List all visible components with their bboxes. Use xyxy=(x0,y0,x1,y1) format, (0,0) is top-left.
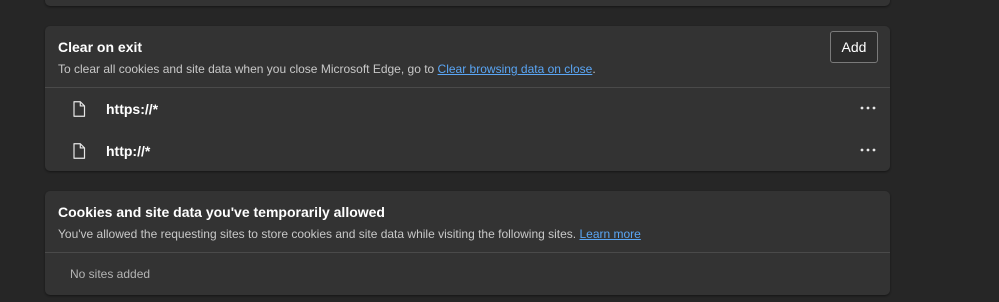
file-icon xyxy=(73,143,86,159)
site-row-https: https://* xyxy=(45,88,890,128)
clear-on-exit-card: Clear on exit To clear all cookies and s… xyxy=(45,26,890,171)
temporarily-allowed-description-text: You've allowed the requesting sites to s… xyxy=(58,227,580,241)
clear-browsing-data-on-close-link[interactable]: Clear browsing data on close xyxy=(438,62,593,76)
more-options-dots xyxy=(860,106,876,110)
clear-on-exit-description-period: . xyxy=(592,62,596,76)
add-site-button[interactable]: Add xyxy=(830,31,878,63)
clear-on-exit-title: Clear on exit xyxy=(58,39,143,55)
temporarily-allowed-description: You've allowed the requesting sites to s… xyxy=(58,227,641,241)
more-options-icon[interactable] xyxy=(858,142,878,158)
site-label: https://* xyxy=(106,101,159,117)
site-label: http://* xyxy=(106,143,151,159)
more-options-dots xyxy=(860,148,876,152)
learn-more-link[interactable]: Learn more xyxy=(579,227,640,241)
file-icon xyxy=(73,101,86,117)
temporarily-allowed-card: Cookies and site data you've temporarily… xyxy=(45,191,890,295)
temporarily-allowed-title: Cookies and site data you've temporarily… xyxy=(58,204,385,220)
clear-on-exit-description: To clear all cookies and site data when … xyxy=(58,62,596,76)
site-row-http: http://* xyxy=(45,130,890,170)
no-sites-text: No sites added xyxy=(70,267,151,281)
divider xyxy=(45,252,890,253)
clear-on-exit-description-text: To clear all cookies and site data when … xyxy=(58,62,438,76)
more-options-icon[interactable] xyxy=(858,100,878,116)
previous-settings-card xyxy=(45,0,890,6)
